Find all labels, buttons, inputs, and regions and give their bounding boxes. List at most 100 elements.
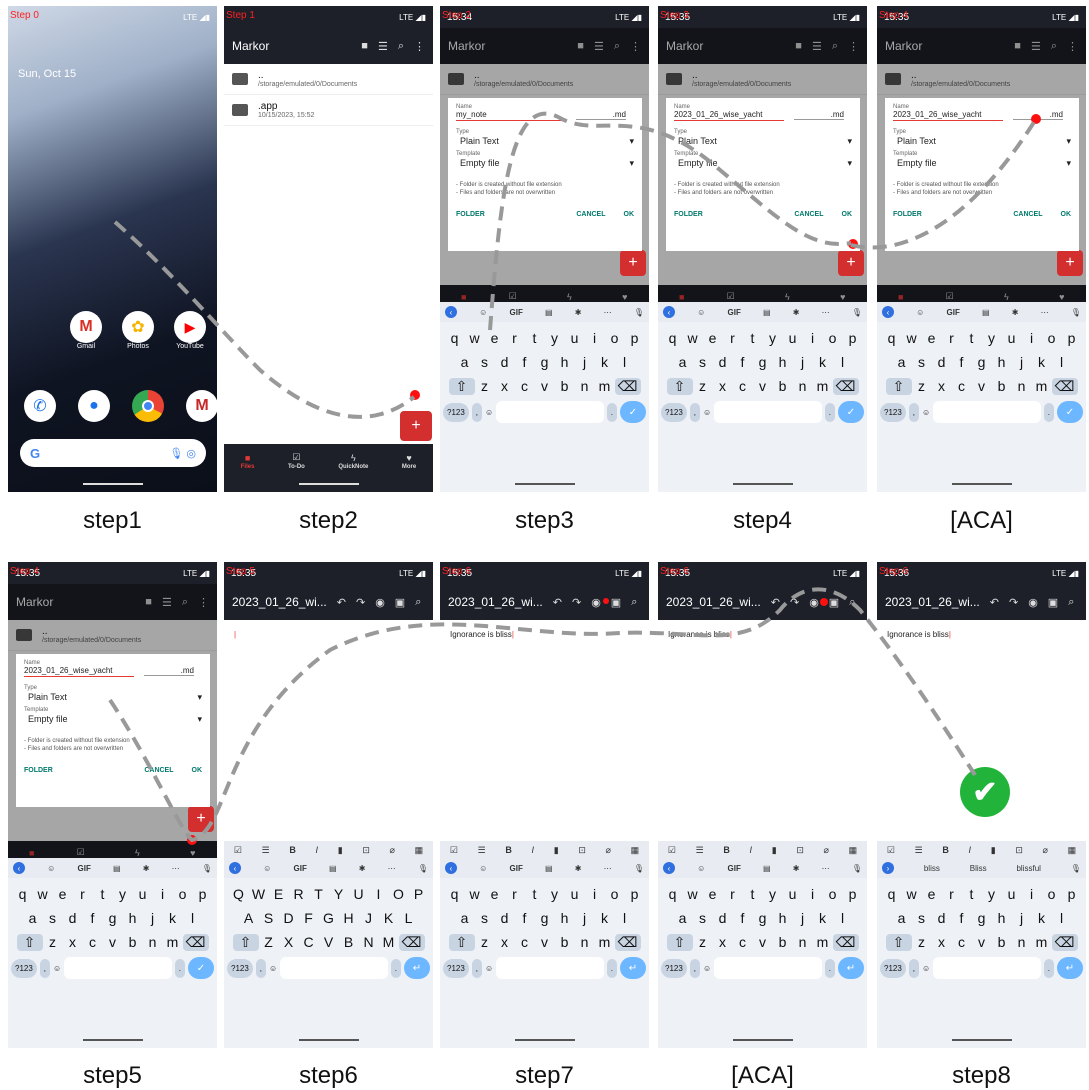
add-file-button[interactable]: + (620, 250, 646, 276)
key[interactable]: y (763, 330, 783, 346)
key[interactable]: k (1032, 910, 1052, 926)
key[interactable]: h (555, 354, 575, 370)
key[interactable]: w (902, 330, 922, 346)
comma-key[interactable]: , (255, 958, 267, 978)
key[interactable]: b (773, 934, 793, 951)
more-icon[interactable]: ⋯ (604, 308, 612, 317)
checkbox-icon[interactable]: ☑ (234, 845, 242, 856)
key[interactable]: E (269, 886, 289, 902)
gesture-bar[interactable] (299, 1039, 359, 1041)
add-file-button[interactable]: + (1057, 250, 1083, 276)
key[interactable]: q (882, 330, 902, 346)
key[interactable]: a (455, 354, 475, 370)
key[interactable]: l (183, 910, 203, 926)
backspace-key[interactable]: ⌫ (398, 934, 425, 951)
key[interactable]: p (193, 886, 213, 902)
key[interactable]: e (922, 330, 942, 346)
settings-icon[interactable]: ✱ (143, 864, 150, 873)
list-icon[interactable]: ☰ (915, 845, 923, 856)
settings-icon[interactable]: ✱ (575, 864, 582, 873)
key[interactable]: p (1062, 886, 1082, 902)
key[interactable]: k (1032, 354, 1052, 370)
list-item[interactable]: .app 10/15/2023, 15:52 (224, 95, 433, 126)
youtube-app[interactable]: ▶ YouTube (174, 311, 206, 350)
text-editor[interactable]: Ignorance is bliss| (440, 620, 649, 841)
clipboard-icon[interactable]: ▤ (763, 864, 771, 873)
back-icon[interactable]: ‹ (663, 862, 675, 874)
key[interactable]: Z (259, 934, 279, 951)
search-icon[interactable]: ⌕ (631, 596, 637, 609)
key[interactable]: B (339, 934, 359, 951)
extension-input[interactable]: .md (794, 110, 844, 120)
insert-icon[interactable]: ⊡ (796, 845, 804, 856)
keyboard-icon[interactable]: ▦ (631, 845, 640, 856)
more-icon[interactable]: ⋯ (822, 864, 830, 873)
clipboard-icon[interactable]: ▤ (113, 864, 121, 873)
italic-icon[interactable]: I (750, 845, 753, 855)
gif-button[interactable]: GIF (510, 864, 523, 873)
key[interactable]: s (693, 354, 713, 370)
shift-key[interactable]: ⇧ (16, 934, 43, 951)
emoji-icon[interactable]: ☺ (703, 408, 711, 417)
key[interactable]: m (595, 378, 615, 395)
cancel-button[interactable]: CANCEL (576, 211, 605, 218)
settings-icon[interactable]: ✱ (359, 864, 366, 873)
emoji-icon[interactable]: ☺ (485, 964, 493, 973)
key[interactable]: C (299, 934, 319, 951)
undo-icon[interactable]: ↶ (771, 596, 780, 609)
type-select[interactable]: Plain Text ▾ (678, 136, 852, 147)
insert-icon[interactable]: ⊡ (1015, 845, 1023, 856)
mic-icon[interactable]: 🎙︎ (418, 864, 428, 873)
back-icon[interactable]: ‹ (229, 862, 241, 874)
key[interactable]: t (962, 330, 982, 346)
key[interactable]: p (843, 886, 863, 902)
undo-icon[interactable]: ↶ (990, 596, 999, 609)
mic-icon[interactable]: 🎙︎ (1071, 308, 1081, 317)
key[interactable]: x (495, 934, 515, 951)
period-key[interactable]: . (824, 958, 835, 978)
symbols-key[interactable]: ?123 (661, 958, 687, 978)
key[interactable]: Q (229, 886, 249, 902)
key[interactable]: Y (329, 886, 349, 902)
key[interactable]: i (153, 886, 173, 902)
key[interactable]: P (409, 886, 429, 902)
comma-key[interactable]: , (908, 402, 920, 422)
clipboard-icon[interactable]: ▤ (545, 864, 553, 873)
key[interactable]: b (992, 378, 1012, 395)
symbols-key[interactable]: ?123 (227, 958, 253, 978)
key[interactable]: n (793, 934, 813, 951)
redo-icon[interactable]: ↷ (1009, 596, 1018, 609)
emoji-icon[interactable]: ☺ (922, 964, 930, 973)
template-select[interactable]: Empty file ▾ (28, 714, 202, 725)
key[interactable]: q (663, 886, 683, 902)
suggestion[interactable]: blissful (1016, 864, 1040, 873)
key[interactable]: p (843, 330, 863, 346)
key[interactable]: z (475, 934, 495, 951)
key[interactable]: f (515, 354, 535, 370)
delete-icon[interactable]: ▮ (991, 845, 996, 856)
key[interactable]: j (575, 910, 595, 926)
key[interactable]: m (1032, 378, 1052, 395)
space-key[interactable] (64, 957, 172, 979)
more-icon[interactable]: ⋯ (822, 308, 830, 317)
key[interactable]: o (605, 330, 625, 346)
key[interactable]: d (63, 910, 83, 926)
key[interactable]: a (23, 910, 43, 926)
key[interactable]: H (339, 910, 359, 926)
key[interactable]: j (1012, 354, 1032, 370)
more-icon[interactable]: ⋮ (431, 596, 433, 609)
key[interactable]: r (723, 886, 743, 902)
key[interactable]: b (123, 934, 143, 951)
key[interactable]: v (753, 378, 773, 395)
key[interactable]: n (575, 934, 595, 951)
key[interactable]: q (13, 886, 33, 902)
key[interactable]: n (1012, 934, 1032, 951)
preview-eye-icon[interactable]: ◉ (375, 596, 385, 609)
google-search-bar[interactable]: G 🎙︎ ◎ (20, 439, 206, 467)
period-key[interactable]: . (174, 958, 185, 978)
key[interactable]: l (1052, 354, 1072, 370)
undo-icon[interactable]: ↶ (553, 596, 562, 609)
clipboard-icon[interactable]: ▤ (982, 308, 990, 317)
back-icon[interactable]: ‹ (13, 862, 25, 874)
more-icon[interactable]: ⋮ (1084, 596, 1086, 609)
